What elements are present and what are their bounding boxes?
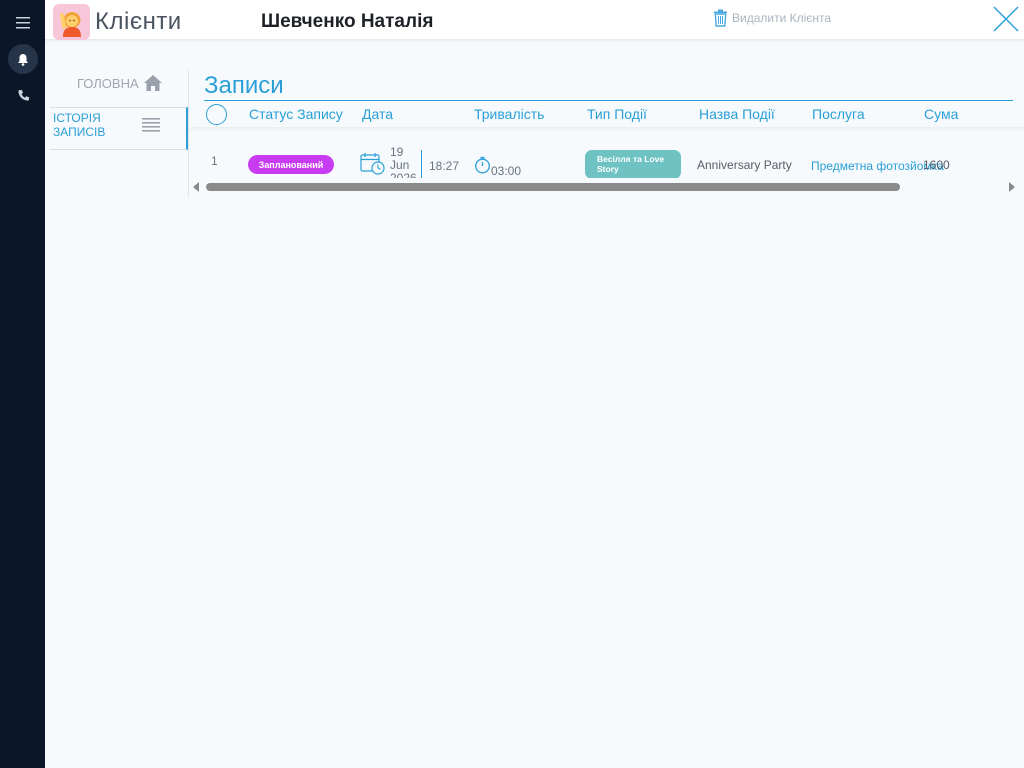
status-badge: Запланований bbox=[248, 155, 334, 174]
close-icon bbox=[993, 6, 1019, 32]
top-header: Клієнти Шевченко Наталія Видалити Клієнт… bbox=[45, 0, 1024, 40]
trash-icon bbox=[714, 9, 727, 27]
scroll-left-arrow-icon[interactable] bbox=[192, 182, 200, 192]
timer-icon bbox=[475, 156, 490, 174]
event-name: Anniversary Party bbox=[697, 158, 792, 172]
table-row[interactable]: 1 Запланований 19 Jun 2026 18:27 03:00 В… bbox=[190, 132, 1024, 178]
column-header-status[interactable]: Статус Запису bbox=[249, 106, 343, 122]
menu-icon bbox=[16, 17, 30, 29]
nav-history-label: ІСТОРІЯ ЗАПИСІВ bbox=[53, 111, 106, 139]
scroll-right-arrow-icon[interactable] bbox=[1008, 182, 1016, 192]
column-header-service[interactable]: Послуга bbox=[812, 106, 865, 122]
home-icon bbox=[143, 75, 162, 91]
horizontal-scrollbar-thumb[interactable] bbox=[206, 183, 900, 191]
row-number: 1 bbox=[211, 154, 218, 168]
bell-icon bbox=[18, 53, 28, 66]
column-header-duration[interactable]: Тривалість bbox=[474, 106, 544, 122]
calendar-icon bbox=[360, 153, 385, 175]
nav-home-label: ГОЛОВНА bbox=[77, 75, 139, 91]
select-all-checkbox[interactable] bbox=[206, 104, 227, 125]
title-rule bbox=[204, 100, 1013, 101]
close-button[interactable] bbox=[991, 4, 1021, 34]
nav-divider bbox=[188, 70, 189, 196]
app-logo bbox=[53, 4, 90, 40]
section-title: Записи bbox=[204, 72, 284, 99]
column-header-event-type[interactable]: Тип Події bbox=[587, 106, 647, 122]
column-header-event-name[interactable]: Назва Події bbox=[699, 106, 775, 122]
column-header-amount[interactable]: Сума bbox=[924, 106, 958, 122]
person-raising-hand-icon bbox=[59, 12, 81, 37]
delete-client-button[interactable]: Видалити Клієнта bbox=[713, 9, 831, 27]
phone-button[interactable] bbox=[8, 80, 38, 110]
record-date-year: 2026 bbox=[390, 171, 417, 179]
delete-client-label: Видалити Клієнта bbox=[732, 11, 832, 25]
notifications-button[interactable] bbox=[8, 44, 38, 74]
event-type-badge: Весілля та Love Story bbox=[585, 150, 681, 178]
nav-history[interactable]: ІСТОРІЯ ЗАПИСІВ bbox=[50, 107, 188, 150]
date-time-separator bbox=[421, 150, 422, 178]
client-name: Шевченко Наталія bbox=[261, 11, 434, 32]
nav-home[interactable]: ГОЛОВНА bbox=[77, 74, 163, 92]
menu-button[interactable] bbox=[8, 8, 38, 38]
record-duration: 03:00 bbox=[491, 164, 522, 178]
phone-icon bbox=[17, 89, 29, 101]
column-header-date[interactable]: Дата bbox=[362, 106, 393, 122]
list-icon bbox=[142, 118, 160, 132]
record-time: 18:27 bbox=[429, 159, 460, 173]
record-date: 19 Jun 2026 bbox=[390, 146, 417, 179]
amount: 1600 bbox=[923, 158, 950, 172]
left-rail bbox=[0, 0, 45, 768]
app-title: Клієнти bbox=[95, 8, 182, 35]
